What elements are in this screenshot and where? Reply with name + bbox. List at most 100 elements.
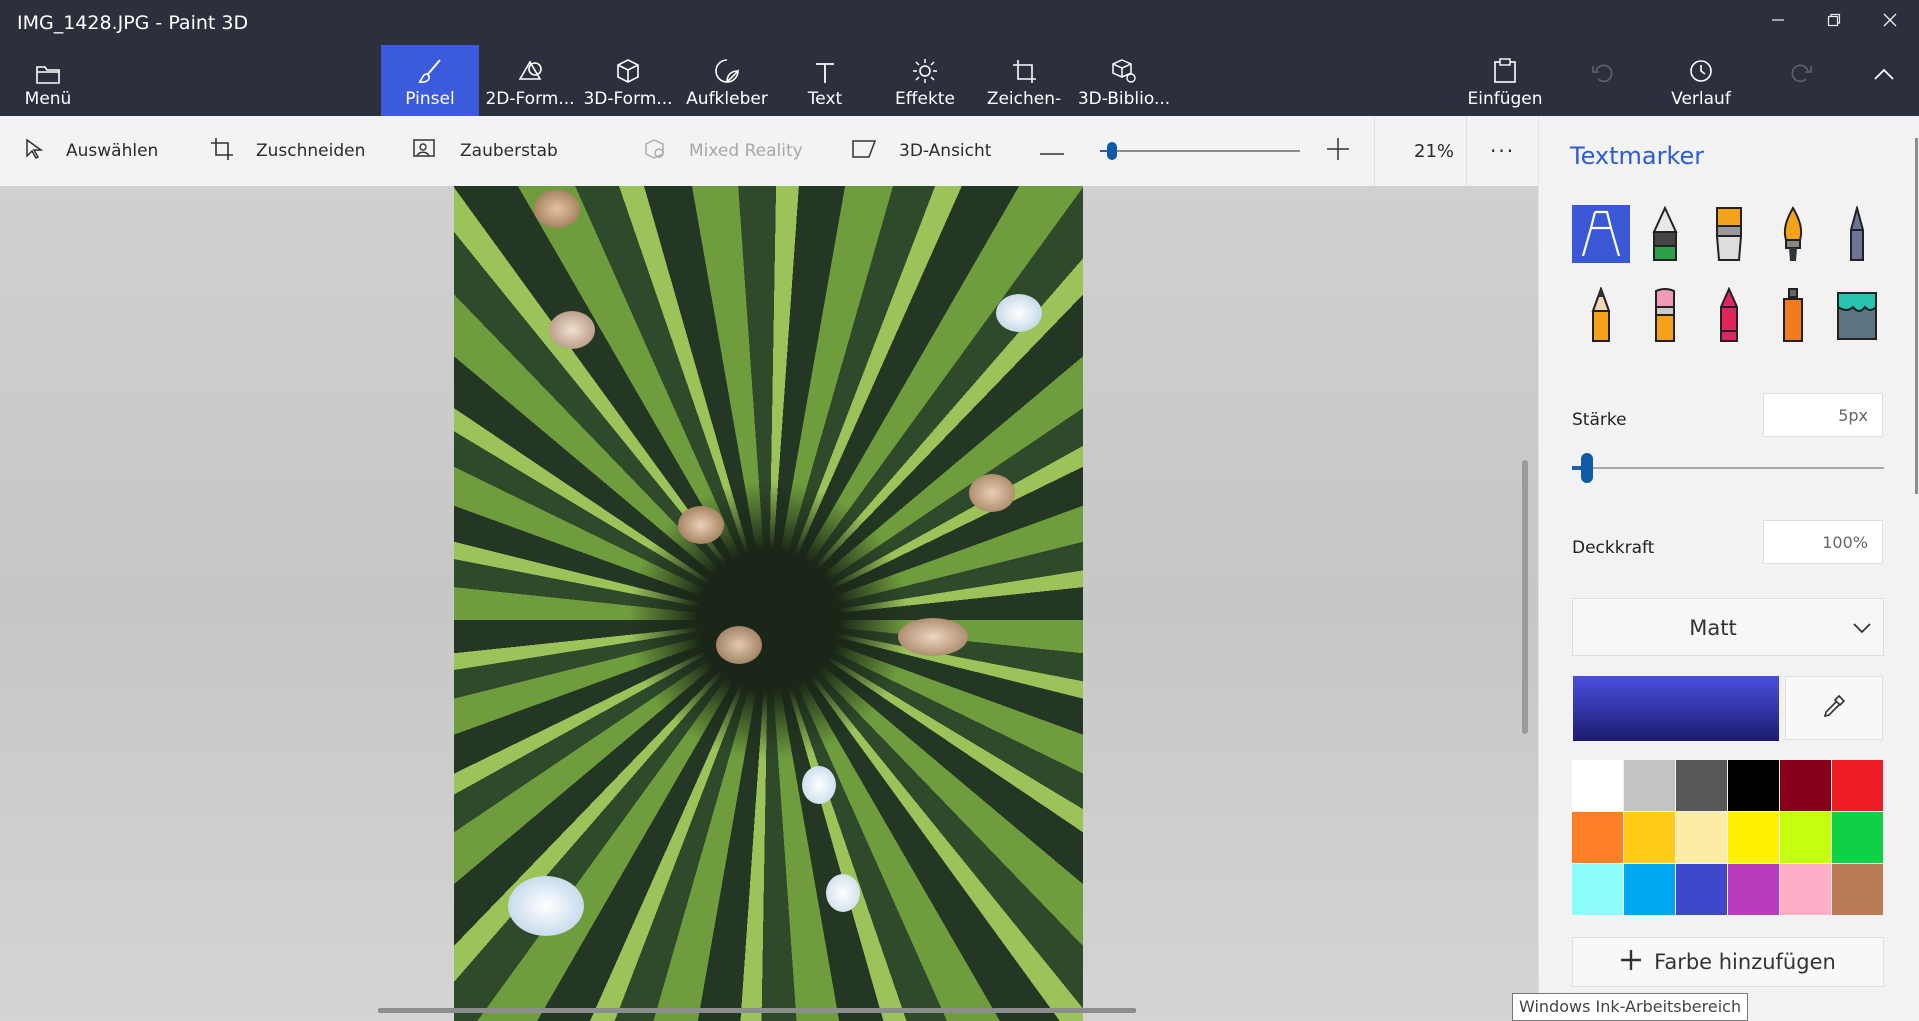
plus-icon <box>1326 137 1350 166</box>
canvas-toolbar: Auswählen Zuschneiden Zauberstab Mixed R… <box>0 116 1538 187</box>
palette-swatch[interactable] <box>1832 760 1883 811</box>
toolbar-divider <box>1466 116 1467 186</box>
view-3d-button[interactable]: 3D-Ansicht <box>851 116 991 186</box>
add-color-label: Farbe hinzufügen <box>1654 950 1836 974</box>
pixel-pen-button[interactable] <box>1828 205 1886 263</box>
marker-brush-button[interactable] <box>1572 205 1630 263</box>
flower-cluster <box>716 626 762 664</box>
palette-swatch[interactable] <box>1572 760 1623 811</box>
tool-label: Aufkleber <box>686 89 768 109</box>
folder-icon <box>35 45 61 85</box>
vertical-scrollbar[interactable] <box>1522 460 1528 734</box>
tool-stickers-button[interactable]: Aufkleber <box>684 45 770 116</box>
thickness-input[interactable]: 5px <box>1763 393 1883 437</box>
palette-swatch[interactable] <box>1624 812 1675 863</box>
tool-3d-library-button[interactable]: 3D-Biblio... <box>1078 45 1170 116</box>
zoom-in-button[interactable] <box>1326 116 1350 186</box>
crop-button[interactable]: Zuschneiden <box>210 116 365 186</box>
canvas-icon <box>1010 45 1038 85</box>
tool-text-button[interactable]: Text <box>795 45 855 116</box>
horizontal-scrollbar[interactable] <box>378 1008 1136 1013</box>
select-button[interactable]: Auswählen <box>24 116 158 186</box>
palette-swatch[interactable] <box>1780 760 1831 811</box>
canvas-area[interactable] <box>0 186 1538 1021</box>
palette-swatch[interactable] <box>1676 864 1727 915</box>
palette-swatch[interactable] <box>1624 864 1675 915</box>
palette-swatch[interactable] <box>1728 812 1779 863</box>
fill-bucket-button[interactable] <box>1828 286 1886 344</box>
history-icon <box>1687 45 1715 85</box>
finish-value: Matt <box>1689 616 1737 640</box>
thickness-slider[interactable] <box>1572 453 1884 483</box>
flower-cluster <box>969 474 1015 512</box>
mixed-reality-icon <box>643 138 667 165</box>
collapse-ribbon-button[interactable] <box>1868 45 1900 116</box>
cursor-icon <box>24 138 44 165</box>
minus-icon <box>1040 141 1064 161</box>
panel-scrollbar[interactable] <box>1915 138 1918 494</box>
crayon-button[interactable] <box>1700 286 1758 344</box>
current-color-swatch[interactable] <box>1573 676 1779 741</box>
sticker-icon <box>713 45 741 85</box>
paste-label: Einfügen <box>1467 89 1543 109</box>
flower-cluster <box>898 618 968 656</box>
toolbar-divider <box>1374 116 1375 186</box>
menu-button[interactable]: Menü <box>20 45 76 116</box>
history-button[interactable]: Verlauf <box>1668 45 1734 116</box>
eyedropper-button[interactable] <box>1785 676 1883 740</box>
mixed-reality-button[interactable]: Mixed Reality <box>643 116 803 186</box>
add-color-button[interactable]: Farbe hinzufügen <box>1572 937 1884 987</box>
palette-swatch[interactable] <box>1832 812 1883 863</box>
palette-swatch[interactable] <box>1676 760 1727 811</box>
palette-swatch[interactable] <box>1780 812 1831 863</box>
2d-shapes-icon <box>516 45 544 85</box>
palette-swatch[interactable] <box>1728 760 1779 811</box>
eraser-button[interactable] <box>1636 286 1694 344</box>
paste-button[interactable]: Einfügen <box>1467 45 1543 116</box>
palette-swatch[interactable] <box>1780 864 1831 915</box>
magic-select-button[interactable]: Zauberstab <box>412 116 558 186</box>
thickness-label: Stärke <box>1572 410 1627 430</box>
palette-swatch[interactable] <box>1572 864 1623 915</box>
flower-cluster <box>826 874 860 912</box>
panel-title: Textmarker <box>1570 142 1705 170</box>
calligraphy-pen-button[interactable] <box>1636 205 1694 263</box>
canvas-image[interactable] <box>454 186 1083 1021</box>
opacity-input[interactable]: 100% <box>1763 520 1883 564</box>
watercolor-button[interactable] <box>1764 205 1822 263</box>
palette-swatch[interactable] <box>1624 760 1675 811</box>
thickness-slider-thumb[interactable] <box>1581 453 1594 483</box>
tool-brushes-button[interactable]: Pinsel <box>381 45 479 116</box>
tool-label: Effekte <box>895 89 955 109</box>
palette-swatch[interactable] <box>1832 864 1883 915</box>
redo-button[interactable] <box>1788 45 1816 116</box>
opacity-label: Deckkraft <box>1572 538 1655 558</box>
zoom-slider[interactable] <box>1100 142 1300 160</box>
undo-button[interactable] <box>1588 45 1616 116</box>
zoom-out-button[interactable] <box>1040 116 1064 186</box>
palette-swatch[interactable] <box>1572 812 1623 863</box>
title-bar: IMG_1428.JPG - Paint 3D <box>0 0 1919 45</box>
more-icon[interactable]: ··· <box>1490 116 1515 186</box>
view-3d-label: 3D-Ansicht <box>899 141 992 161</box>
finish-dropdown[interactable]: Matt <box>1572 598 1884 656</box>
chevron-up-icon <box>1873 45 1895 81</box>
tool-label: 2D-Form... <box>485 89 575 109</box>
spray-can-button[interactable] <box>1764 286 1822 344</box>
restore-icon[interactable] <box>1806 0 1862 40</box>
close-icon[interactable] <box>1862 0 1918 40</box>
minimize-icon[interactable] <box>1750 0 1806 40</box>
zoom-slider-thumb[interactable] <box>1107 142 1117 160</box>
magic-select-label: Zauberstab <box>460 141 558 161</box>
tool-2d-shapes-button[interactable]: 2D-Form... <box>485 45 575 116</box>
tool-label: 3D-Form... <box>583 89 673 109</box>
plus-icon <box>1620 949 1642 975</box>
palette-swatch[interactable] <box>1676 812 1727 863</box>
palette-swatch[interactable] <box>1728 864 1779 915</box>
oil-brush-button[interactable] <box>1700 205 1758 263</box>
tool-canvas-button[interactable]: Zeichen- <box>985 45 1063 116</box>
tool-effects-button[interactable]: Effekte <box>890 45 960 116</box>
pencil-button[interactable] <box>1572 286 1630 344</box>
tool-3d-shapes-button[interactable]: 3D-Form... <box>583 45 673 116</box>
chevron-down-icon <box>1853 619 1871 638</box>
